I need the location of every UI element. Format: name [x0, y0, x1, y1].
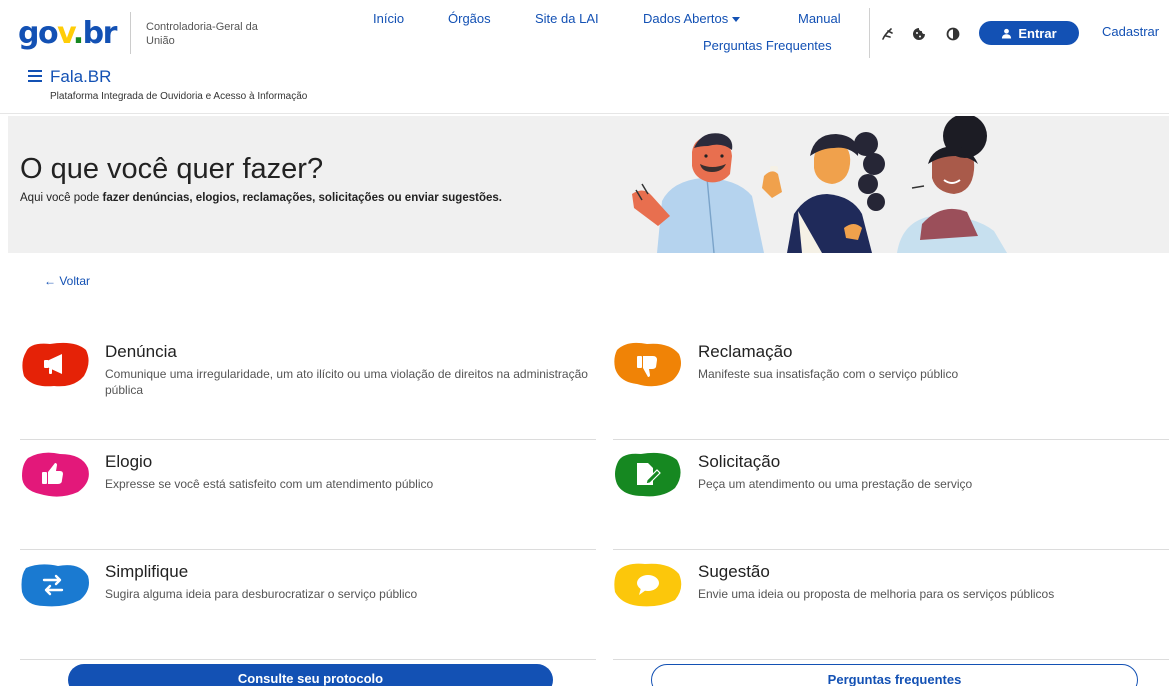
consulte-protocolo-button[interactable]: Consulte seu protocolo [68, 664, 553, 686]
back-link[interactable]: ← Voltar [44, 274, 90, 288]
nav-orgaos[interactable]: Órgãos [448, 11, 491, 26]
cadastrar-button[interactable]: Cadastrar [1102, 24, 1159, 39]
service-title: Reclamação [698, 342, 793, 361]
hero-text-prefix: Aqui você pode [20, 192, 103, 204]
service-description: Expresse se você está satisfeito com um … [105, 477, 434, 491]
service-card-solicitacao[interactable]: Solicitação Peça um atendimento ou uma p… [613, 450, 1169, 550]
service-card-simplifique[interactable]: Simplifique Sugira alguma ideia para des… [20, 560, 596, 660]
hero-banner: O que você quer fazer? Aqui você pode fa… [8, 116, 1169, 253]
service-description: Envie uma ideia ou proposta de melhoria … [698, 587, 1055, 601]
simplifique-blob [21, 564, 89, 607]
nav-inicio[interactable]: Início [373, 11, 404, 26]
divider [20, 549, 596, 550]
service-description: Manifeste sua insatisfação com o serviço… [698, 367, 959, 381]
govbr-logo[interactable]: gov.br [18, 16, 117, 52]
service-description: Sugira alguma ideia para desburocratizar… [105, 587, 418, 601]
service-card-sugestao[interactable]: Sugestão Envie uma ideia ou proposta de … [613, 560, 1169, 660]
page-title: O que você quer fazer? [20, 153, 324, 185]
site-header: gov.br Controladoria-Geral da União Iníc… [0, 0, 1169, 114]
sugestao-badge [613, 560, 683, 608]
solicitacao-badge [613, 450, 683, 498]
nav-dados-abertos[interactable]: Dados Abertos [643, 11, 741, 26]
nav-dados-abertos-label: Dados Abertos [643, 11, 729, 26]
elogio-badge [20, 450, 90, 498]
service-card-elogio[interactable]: Elogio Expresse se você está satisfeito … [20, 450, 596, 550]
service-card-reclamacao[interactable]: Reclamação Manifeste sua insatisfação co… [613, 340, 1169, 440]
divider [613, 549, 1169, 550]
divider [613, 659, 1169, 660]
service-title: Elogio [105, 452, 153, 471]
nav-divider [869, 8, 870, 58]
contrast-icon[interactable] [945, 26, 961, 42]
hero-text-bold: fazer denúncias, elogios, reclamações, s… [102, 192, 502, 204]
entrar-label: Entrar [1018, 25, 1057, 41]
divider [613, 439, 1169, 440]
nav-site-lai[interactable]: Site da LAI [535, 11, 599, 26]
divider [20, 439, 596, 440]
simplifique-badge [20, 560, 90, 608]
service-description: Comunique uma irregularidade, um ato ilí… [105, 367, 588, 397]
org-name: Controladoria-Geral da União [146, 21, 258, 47]
app-subtitle: Plataforma Integrada de Ouvidoria e Aces… [50, 91, 308, 102]
nav-manual[interactable]: Manual [798, 11, 841, 26]
app-title: Fala.BR [50, 67, 112, 86]
hero-description: Aqui você pode fazer denúncias, elogios,… [20, 192, 502, 204]
divider [20, 659, 596, 660]
entrar-button[interactable]: Entrar [979, 21, 1079, 45]
people-illustration [632, 116, 1007, 253]
service-title: Simplifique [105, 562, 189, 581]
denuncia-badge [20, 340, 90, 388]
service-title: Denúncia [105, 342, 177, 361]
perguntas-frequentes-button[interactable]: Perguntas frequentes [651, 664, 1138, 686]
nav-perguntas-frequentes[interactable]: Perguntas Frequentes [703, 38, 832, 53]
reclamacao-badge [613, 340, 683, 388]
chevron-down-icon [732, 17, 741, 23]
service-title: Solicitação [698, 452, 781, 471]
hamburger-menu-icon[interactable] [28, 70, 42, 82]
libras-icon[interactable] [880, 26, 896, 42]
user-icon [1002, 28, 1012, 39]
cookie-icon[interactable] [911, 26, 927, 42]
service-description: Peça um atendimento ou uma prestação de … [698, 477, 973, 491]
service-card-denuncia[interactable]: Denúncia Comunique uma irregularidade, u… [20, 340, 596, 440]
header-divider [130, 12, 131, 54]
service-title: Sugestão [698, 562, 770, 581]
